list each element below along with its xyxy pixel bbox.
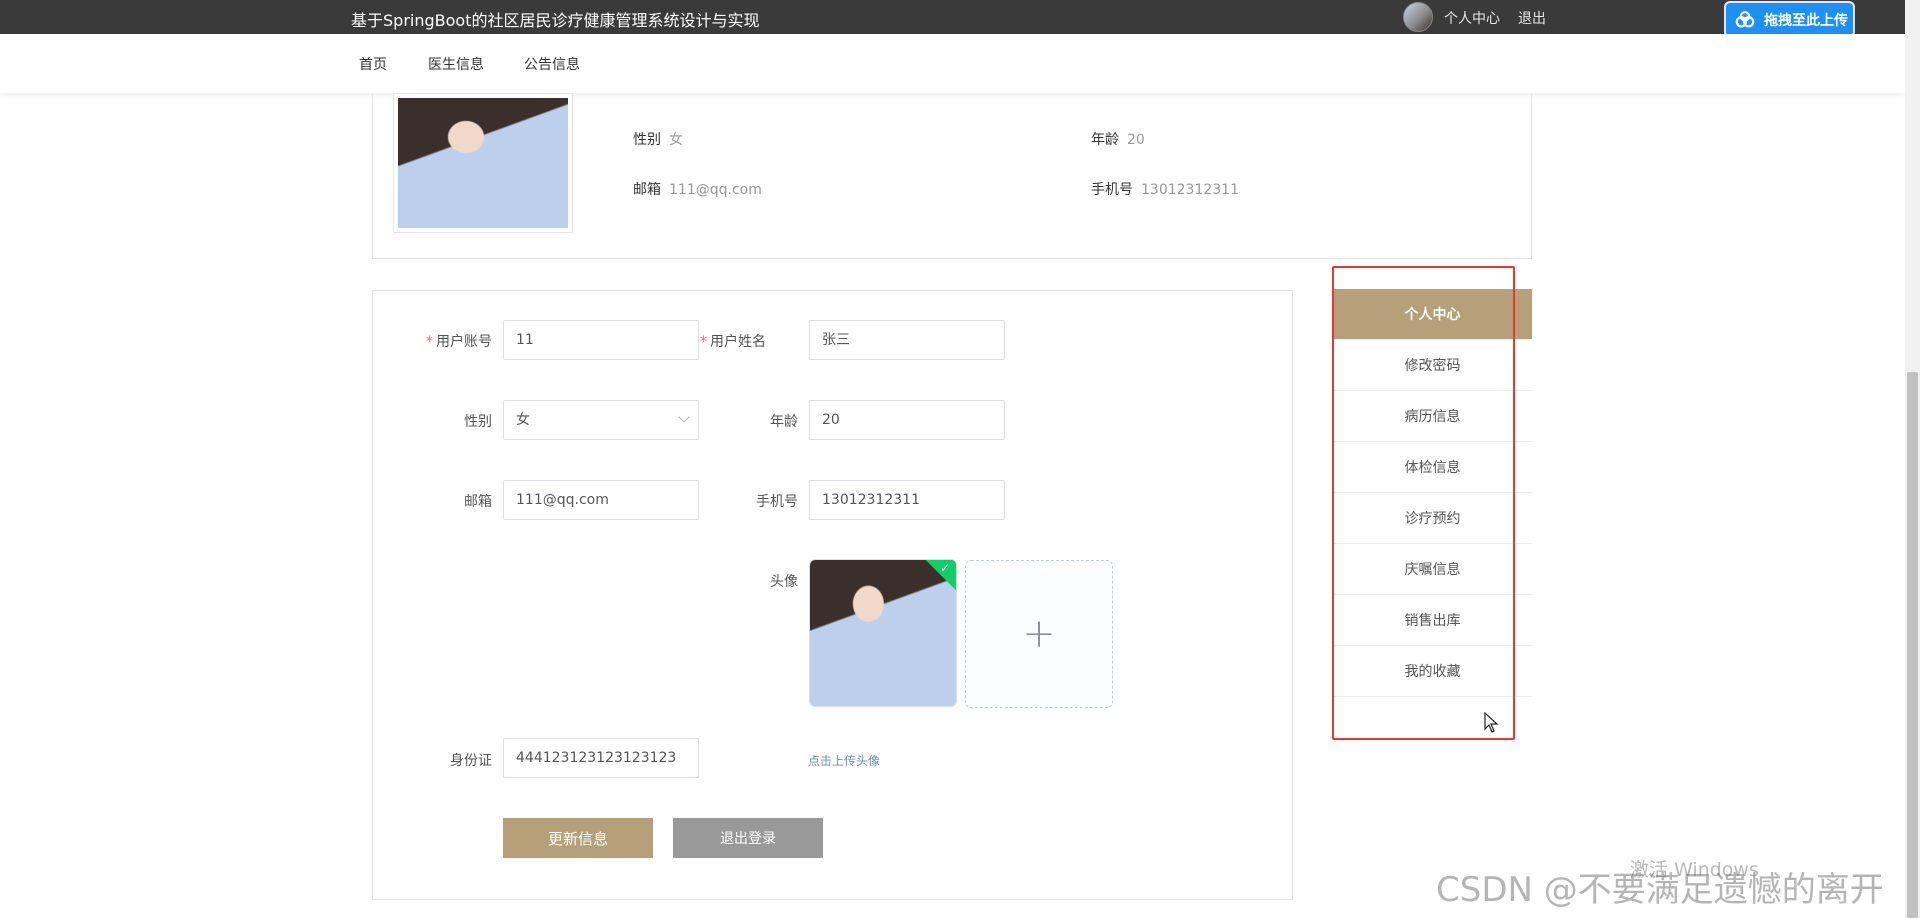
sidemenu-item-appointments[interactable]: 诊疗预约 <box>1333 493 1532 544</box>
user-avatar[interactable] <box>1403 2 1433 32</box>
age-label: 年龄 <box>770 414 798 430</box>
cloud-icon <box>1735 10 1755 28</box>
sidemenu-item-orders[interactable]: 庆嘱信息 <box>1333 544 1532 595</box>
email-label: 邮箱 <box>464 494 492 510</box>
profile-email: 邮箱 111@qq.com <box>633 179 762 199</box>
profile-age-label: 年龄 <box>1091 132 1119 148</box>
profile-phone: 手机号 13012312311 <box>1091 179 1239 199</box>
sidemenu-item-medical-records[interactable]: 病历信息 <box>1333 391 1532 442</box>
csdn-watermark: CSDN @不要满足遗憾的离开 <box>1436 870 1884 910</box>
profile-age: 年龄 20 <box>1091 129 1145 149</box>
account-label: * 用户账号 <box>426 334 492 350</box>
mouse-cursor-icon <box>1484 712 1499 733</box>
logout-button[interactable]: 退出登录 <box>673 818 823 858</box>
profile-gender-value: 女 <box>669 132 683 148</box>
upload-avatar-tip[interactable]: 点击上传头像 <box>808 752 880 769</box>
gender-label: 性别 <box>464 414 492 430</box>
uploaded-avatar[interactable]: ✓ <box>809 559 957 707</box>
profile-photo <box>393 93 573 233</box>
check-icon: ✓ <box>939 561 950 575</box>
sidemenu-item-favorites[interactable]: 我的收藏 <box>1333 646 1532 697</box>
sidemenu-item-personal-center[interactable]: 个人中心 <box>1333 289 1532 340</box>
side-menu: 个人中心 修改密码 病历信息 体检信息 诊疗预约 庆嘱信息 销售出库 我的收藏 <box>1333 289 1532 697</box>
gender-select-value: 女 <box>516 412 530 428</box>
app-title: 基于SpringBoot的社区居民诊疗健康管理系统设计与实现 <box>351 11 760 30</box>
sidemenu-item-checkups[interactable]: 体检信息 <box>1333 442 1532 493</box>
profile-age-value: 20 <box>1127 132 1145 148</box>
top-bar: 基于SpringBoot的社区居民诊疗健康管理系统设计与实现 个人中心 退出 <box>0 0 1905 34</box>
avatar-label: 头像 <box>770 574 798 590</box>
name-label: * 用户姓名 <box>700 334 766 350</box>
drag-upload-label: 拖拽至此上传 <box>1764 12 1848 29</box>
nav-notices[interactable]: 公告信息 <box>524 54 580 74</box>
nav-home[interactable]: 首页 <box>359 54 387 74</box>
gender-select[interactable]: 女 <box>503 400 699 440</box>
profile-gender: 性别女 <box>633 129 683 149</box>
plus-icon: + <box>1022 611 1056 657</box>
personal-center-link[interactable]: 个人中心 <box>1444 8 1500 28</box>
logout-link[interactable]: 退出 <box>1518 8 1546 28</box>
age-input[interactable]: 20 <box>809 400 1005 440</box>
profile-email-value: 111@qq.com <box>669 182 762 198</box>
page-scrollbar-thumb[interactable] <box>1907 372 1918 918</box>
sidemenu-item-change-password[interactable]: 修改密码 <box>1333 340 1532 391</box>
idcard-input[interactable]: 444123123123123123 <box>503 738 699 778</box>
idcard-label: 身份证 <box>450 753 492 769</box>
profile-gender-label: 性别 <box>633 132 661 148</box>
profile-phone-value: 13012312311 <box>1141 182 1239 198</box>
avatar-upload-slot[interactable]: + <box>965 560 1113 708</box>
main-nav: 首页 医生信息 公告信息 <box>0 34 1905 93</box>
sidemenu-item-sales[interactable]: 销售出库 <box>1333 595 1532 646</box>
nav-doctors[interactable]: 医生信息 <box>428 54 484 74</box>
phone-input[interactable]: 13012312311 <box>809 480 1005 520</box>
profile-phone-label: 手机号 <box>1091 182 1133 198</box>
name-input[interactable]: 张三 <box>809 320 1005 360</box>
update-info-button[interactable]: 更新信息 <box>503 818 653 858</box>
drag-upload-button[interactable]: 拖拽至此上传 <box>1724 1 1855 38</box>
phone-label: 手机号 <box>756 494 798 510</box>
email-input[interactable]: 111@qq.com <box>503 480 699 520</box>
profile-email-label: 邮箱 <box>633 182 661 198</box>
